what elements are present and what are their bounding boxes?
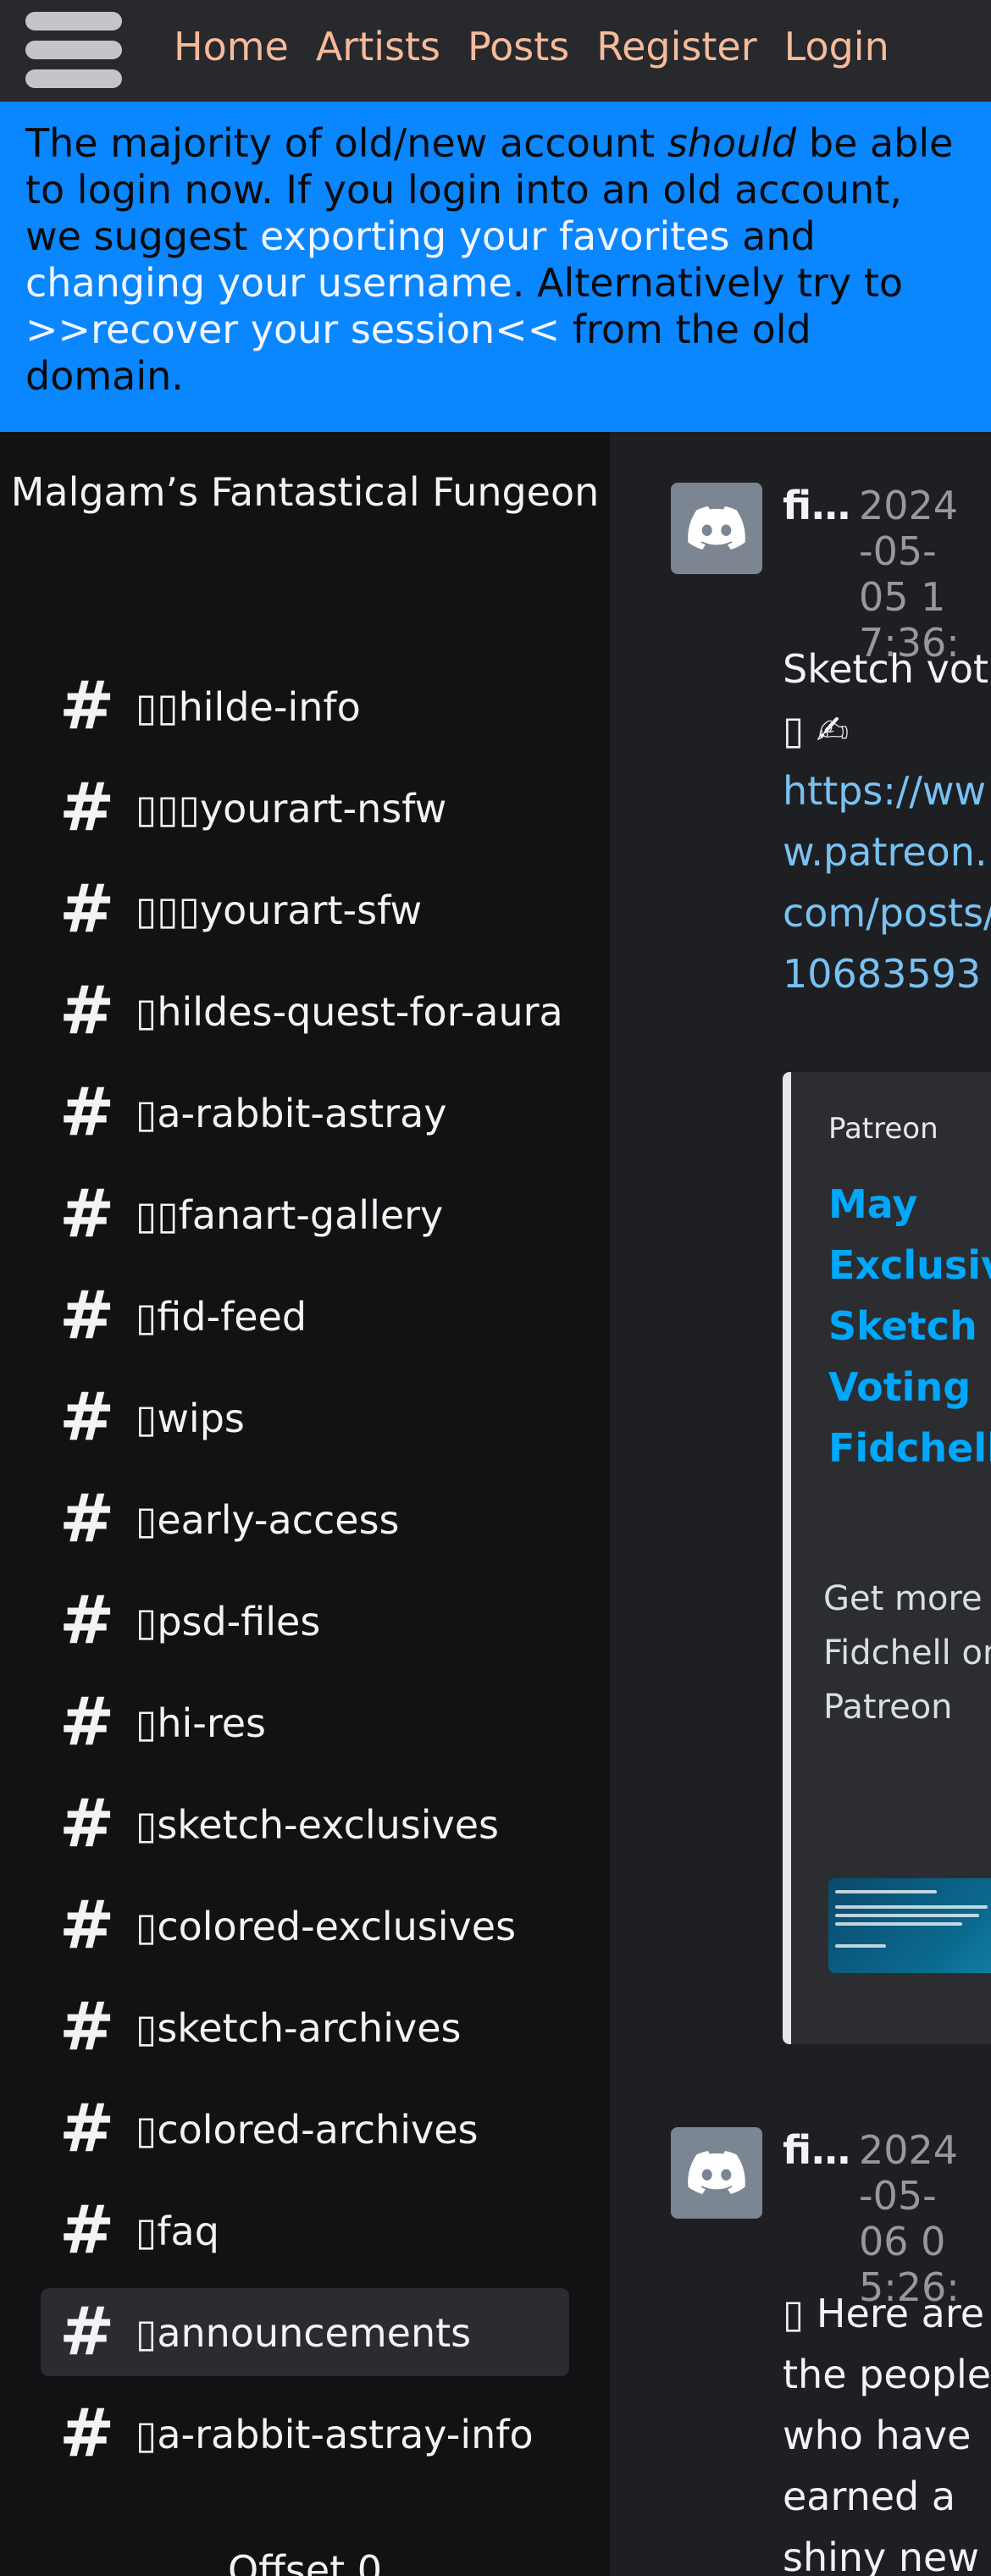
hash-icon: # (59, 1888, 115, 1964)
channel-item[interactable]: # ▯a-rabbit-astray (41, 1069, 569, 1157)
channel-name: ▯sketch-exclusives (136, 1802, 500, 1848)
hash-icon: # (59, 2192, 115, 2269)
channel-item[interactable]: # ▯fid-feed (41, 1272, 569, 1360)
hash-icon: # (59, 770, 115, 846)
channel-item[interactable]: # ▯hi-res (41, 1678, 569, 1766)
channel-item[interactable]: # ▯sketch-archives (41, 1983, 569, 2071)
change-username-link[interactable]: changing your username (25, 260, 512, 306)
offset-label: Offset 0 (227, 2547, 383, 2576)
message-text: Sketch voting is u (783, 646, 991, 692)
channel-item[interactable]: # ▯sketch-exclusives (41, 1780, 569, 1868)
channel-name: ▯colored-exclusives (136, 1904, 517, 1949)
embed-thumbnail[interactable] (828, 1878, 991, 1973)
top-nav: Home Artists Posts Register Login (0, 0, 991, 102)
channel-name: ▯▯▯yourart-sfw (136, 887, 423, 933)
channel-name: ▯a-rabbit-astray-info (136, 2412, 534, 2457)
nav-artists-link[interactable]: Artists (316, 21, 440, 72)
channel-name: ▯early-access (136, 1497, 400, 1543)
avatar[interactable] (671, 2127, 762, 2219)
channel-item[interactable]: # ▯wips (41, 1374, 569, 1462)
channel-name: ▯a-rabbit-astray (136, 1091, 447, 1136)
announcement-banner: The majority of old/new account should b… (0, 102, 991, 432)
hash-icon: # (59, 668, 115, 744)
discord-logo-icon (688, 506, 745, 550)
hash-icon: # (59, 1481, 115, 1557)
message-author[interactable]: fi… (783, 483, 850, 528)
channel-name: ▯fid-feed (136, 1294, 307, 1340)
hash-icon: # (59, 871, 115, 948)
channel-item[interactable]: # ▯▯▯yourart-nsfw (41, 764, 569, 852)
channel-name: ▯announcements (136, 2310, 472, 2356)
nav-posts-link[interactable]: Posts (468, 21, 569, 72)
hash-icon: # (59, 1684, 115, 1761)
channel-name: ▯sketch-archives (136, 2005, 462, 2051)
channel-item[interactable]: # ▯announcements (41, 2288, 569, 2376)
message-area: fi… 2024-05-05 17:36: Sketch voting is u… (610, 432, 991, 2576)
channel-name: ▯wips (136, 1396, 245, 1441)
channel-item[interactable]: # ▯a-rabbit-astray-info (41, 2390, 569, 2478)
nav-register-link[interactable]: Register (596, 21, 756, 72)
hash-icon: # (59, 973, 115, 1049)
channel-item[interactable]: # ▯▯fanart-gallery (41, 1170, 569, 1258)
channel-sidebar: Malgam’s Fantastical Fungeon # ▯▯hilde-in… (0, 432, 610, 2576)
message-author[interactable]: fi… (783, 2127, 850, 2173)
channel-item[interactable]: # ▯hildes-quest-for-aura (41, 967, 569, 1055)
channel-item[interactable]: # ▯colored-archives (41, 2085, 569, 2173)
banner-text: . Alternatively try to (512, 260, 903, 306)
hash-icon: # (59, 1583, 115, 1659)
discord-logo-icon (688, 2151, 745, 2194)
channel-name: ▯▯fanart-gallery (136, 1192, 444, 1238)
channel-name: ▯hi-res (136, 1700, 267, 1746)
banner-text: The majority of old/new account (25, 120, 667, 166)
hash-icon: # (59, 1989, 115, 2065)
channel-item[interactable]: # ▯▯hilde-info (41, 662, 569, 750)
hamburger-menu-icon[interactable] (25, 12, 122, 88)
hash-icon: # (59, 2396, 115, 2472)
channel-name: ▯▯hilde-info (136, 684, 361, 730)
channel-item[interactable]: # ▯▯▯yourart-sfw (41, 865, 569, 954)
nav-links: Home Artists Posts Register Login (174, 21, 889, 72)
embed-title[interactable]: May Exclusive Sketch #2 Voting Fidchell (828, 1174, 991, 1479)
hash-icon: # (59, 1278, 115, 1354)
embed-description: Get more from Fidchell on Patreon (823, 1579, 991, 1727)
server-name: Malgam’s Fantastical Fungeon (10, 469, 600, 515)
hash-icon: # (59, 1786, 115, 1862)
message-emoji: ▯ ✍ (783, 707, 850, 753)
channel-name: ▯hildes-quest-for-aura (136, 989, 563, 1035)
channel-item[interactable]: # ▯faq (41, 2186, 569, 2275)
channel-item[interactable]: # ▯colored-exclusives (41, 1882, 569, 1970)
channel-list: # ▯▯hilde-info # ▯▯▯yourart-nsfw # ▯▯▯yourart… (41, 662, 569, 2491)
export-favorites-link[interactable]: exporting your favorites (260, 213, 730, 259)
channel-item[interactable]: # ▯psd-files (41, 1577, 569, 1665)
recover-session-link[interactable]: >>recover your session<< (25, 307, 560, 352)
hash-icon: # (59, 2091, 115, 2167)
hash-icon: # (59, 1379, 115, 1456)
patreon-link[interactable]: https://www.patreon.com/posts/10683593 (783, 760, 991, 1004)
message-content: Sketch voting is u ▯ ✍ https://www.patre… (783, 638, 991, 1004)
banner-emphasis: should (667, 120, 797, 166)
hash-icon: # (59, 1075, 115, 1151)
channel-name: ▯▯▯yourart-nsfw (136, 786, 447, 832)
channel-item[interactable]: # ▯early-access (41, 1475, 569, 1563)
link-embed[interactable]: Patreon May Exclusive Sketch #2 Voting F… (783, 1072, 991, 2044)
nav-home-link[interactable]: Home (174, 21, 289, 72)
banner-text: and (729, 213, 816, 259)
avatar[interactable] (671, 483, 762, 574)
hash-icon: # (59, 1176, 115, 1252)
message-text: ▯ Here are the people who have earned a … (783, 2291, 991, 2576)
nav-login-link[interactable]: Login (784, 21, 889, 72)
channel-name: ▯colored-archives (136, 2107, 479, 2153)
channel-name: ▯psd-files (136, 1599, 321, 1645)
hash-icon: # (59, 2294, 115, 2370)
embed-provider: Patreon (828, 1112, 938, 1146)
channel-name: ▯faq (136, 2208, 219, 2254)
